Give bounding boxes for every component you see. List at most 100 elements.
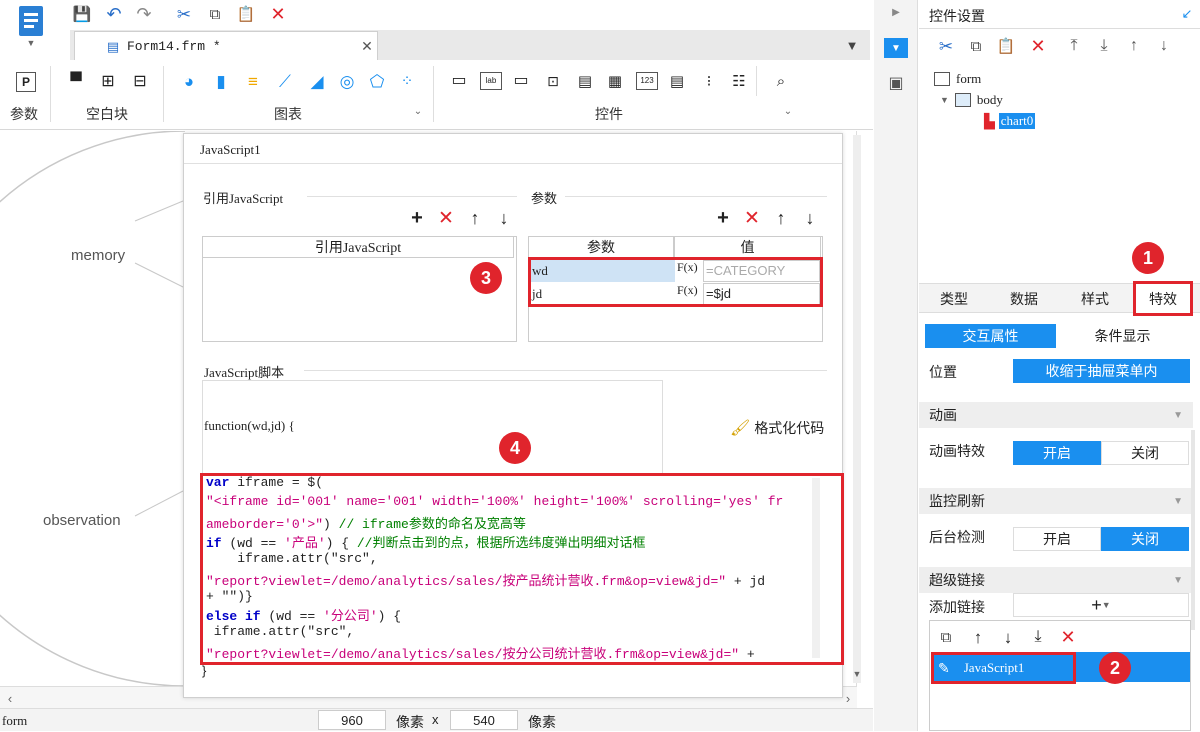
canvas-height-input[interactable]: 540 <box>450 710 518 730</box>
animation-off-button[interactable]: 关闭 <box>1101 441 1189 465</box>
animation-on-button[interactable]: 开启 <box>1013 441 1101 465</box>
monitor-collapse-icon[interactable]: ▼ <box>1173 496 1183 507</box>
widget-expand-icon[interactable]: ⌄ <box>782 106 794 118</box>
add-param-icon[interactable]: + <box>714 208 732 228</box>
app-menu-button[interactable]: ▼ <box>8 4 54 56</box>
panel-paste-icon[interactable]: 📋 <box>996 36 1016 56</box>
link-delete-icon[interactable]: ✕ <box>1058 627 1078 647</box>
hyperlink-section-header[interactable]: 超级链接 ▼ <box>919 567 1193 593</box>
collapse-panel-icon[interactable]: ▶ <box>890 6 902 20</box>
query-widget-icon[interactable]: ⌕ <box>770 72 792 90</box>
tab-effect[interactable]: 特效 <box>1133 281 1193 316</box>
save-icon[interactable]: 💾 <box>72 4 92 24</box>
radio-group-icon[interactable]: ⁝ <box>698 72 720 90</box>
ribbon: ▼ 💾 ↶ ↷ ✂ ⧉ 📋 ✕ ▦ ▤ Form14.frm * ✕ ▼ P ▀… <box>0 0 873 130</box>
link-up-icon[interactable]: ↑ <box>968 627 988 647</box>
canvas-vertical-scrollbar[interactable] <box>853 135 861 683</box>
bar-chart-icon[interactable]: ▮ <box>210 70 232 92</box>
link-copy-icon[interactable]: ⧉ <box>936 627 956 647</box>
tree-node-body[interactable]: ▼ body <box>940 91 1003 109</box>
split-block-icon[interactable]: ⊞ <box>98 72 118 92</box>
textarea-widget-icon[interactable]: ▤ <box>666 72 688 90</box>
dropdown-widget-icon[interactable]: ⊡ <box>542 72 564 90</box>
close-tab-icon[interactable]: ✕ <box>359 38 375 54</box>
dock-icon[interactable]: ↙ <box>1180 6 1194 20</box>
radar-chart-preview <box>0 131 186 686</box>
monitor-section-header[interactable]: 监控刷新 ▼ <box>919 488 1193 514</box>
number-widget-icon[interactable]: 123 <box>636 72 658 90</box>
tree-node-chart0[interactable]: ▙ chart0 <box>984 112 1036 130</box>
label-widget-icon[interactable]: lab <box>480 72 502 90</box>
horizontal-bar-icon[interactable]: ≡ <box>242 70 264 92</box>
move-up-icon[interactable]: ↑ <box>1124 36 1144 56</box>
panel-scrollbar[interactable] <box>1191 430 1195 630</box>
format-code-button[interactable]: 🖌 格式化代码 <box>730 418 824 438</box>
pie-chart-icon[interactable]: ◕ <box>178 70 200 92</box>
redo-icon[interactable]: ↷ <box>134 4 154 24</box>
component-library-icon[interactable]: ▣ <box>886 74 906 94</box>
cut-icon[interactable]: ✂ <box>174 4 194 24</box>
move-ref-up-icon[interactable]: ↑ <box>466 209 484 227</box>
blank-block-icon[interactable]: ▀ <box>66 72 86 92</box>
move-bottom-icon[interactable]: ⤓ <box>1094 36 1114 56</box>
ref-js-section-title: 引用JavaScript <box>203 191 284 206</box>
paste-icon[interactable]: 📋 <box>236 4 256 24</box>
move-ref-down-icon[interactable]: ↓ <box>495 209 513 227</box>
tab-type[interactable]: 类型 <box>940 289 968 309</box>
tree-node-form[interactable]: form <box>934 70 981 88</box>
delete-icon[interactable]: ✕ <box>268 4 288 24</box>
subtab-conditional[interactable]: 条件显示 <box>1057 324 1188 348</box>
move-down-icon[interactable]: ↓ <box>1154 36 1174 56</box>
undo-icon[interactable]: ↶ <box>104 4 124 24</box>
hyperlink-collapse-icon[interactable]: ▼ <box>1173 575 1183 586</box>
tab-block-icon[interactable]: ⊟ <box>130 72 150 92</box>
move-param-down-icon[interactable]: ↓ <box>801 209 819 227</box>
add-ref-icon[interactable]: + <box>408 208 426 228</box>
delete-ref-icon[interactable]: ✕ <box>437 209 455 228</box>
function-signature: function(wd,jd) { <box>204 418 295 433</box>
axis-label-memory: memory <box>71 247 126 264</box>
line-chart-icon[interactable]: ⟋ <box>274 70 296 92</box>
text-widget-icon[interactable]: ▭ <box>510 72 532 90</box>
gauge-chart-icon[interactable]: ◎ <box>336 70 358 92</box>
subtab-interactive[interactable]: 交互属性 <box>925 324 1056 348</box>
expand-body-icon[interactable]: ▼ <box>940 95 949 105</box>
canvas-width-input[interactable]: 960 <box>318 710 386 730</box>
link-down-icon[interactable]: ↓ <box>998 627 1018 647</box>
document-tab[interactable]: ▤ Form14.frm * ✕ <box>74 31 378 60</box>
position-select[interactable]: 收缩于抽屉菜单内 <box>1013 359 1190 383</box>
area-chart-icon[interactable]: ◢ <box>306 70 328 92</box>
link-bottom-icon[interactable]: ⤓ <box>1028 627 1048 647</box>
parameter-icon[interactable]: P <box>16 72 36 92</box>
tab-data[interactable]: 数据 <box>1010 289 1038 309</box>
scroll-left-icon[interactable]: ‹ <box>4 691 16 705</box>
chart-expand-icon[interactable]: ⌄ <box>412 106 424 118</box>
copy-icon[interactable]: ⧉ <box>205 4 225 24</box>
radar-chart-icon[interactable]: ⬠ <box>366 70 388 92</box>
move-param-up-icon[interactable]: ↑ <box>772 209 790 227</box>
checkbox-group-icon[interactable]: ☷ <box>728 72 750 90</box>
date-widget-icon[interactable]: ▦ <box>604 72 626 90</box>
panel-delete-icon[interactable]: ✕ <box>1028 36 1048 56</box>
monitor-on-button[interactable]: 开启 <box>1013 527 1101 551</box>
monitor-off-button[interactable]: 关闭 <box>1101 527 1189 551</box>
add-link-label: 添加链接 <box>929 599 985 615</box>
scatter-chart-icon[interactable]: ⁘ <box>396 70 418 92</box>
panel-cut-icon[interactable]: ✂ <box>936 36 956 56</box>
tab-style[interactable]: 样式 <box>1081 289 1109 309</box>
delete-param-icon[interactable]: ✕ <box>743 209 761 228</box>
tree-widget-icon[interactable]: ▤ <box>574 72 596 90</box>
tab-menu-icon[interactable]: ▼ <box>843 36 861 54</box>
animation-collapse-icon[interactable]: ▼ <box>1173 410 1183 421</box>
button-widget-icon[interactable]: ▭ <box>448 72 470 90</box>
edit-link-icon: ✎ <box>938 659 950 676</box>
scroll-down-icon[interactable]: ▼ <box>852 667 862 681</box>
add-link-button[interactable]: + ▼ <box>1013 593 1189 617</box>
move-top-icon[interactable]: ⤒ <box>1064 36 1084 56</box>
widget-settings-tab-icon[interactable]: ▼ <box>884 38 908 58</box>
link-item-javascript1[interactable]: ✎ JavaScript1 <box>931 652 1076 684</box>
scroll-right-icon[interactable]: › <box>842 691 854 705</box>
badge-3: 3 <box>470 262 502 294</box>
panel-copy-icon[interactable]: ⧉ <box>966 36 986 56</box>
animation-section-header[interactable]: 动画 ▼ <box>919 402 1193 428</box>
